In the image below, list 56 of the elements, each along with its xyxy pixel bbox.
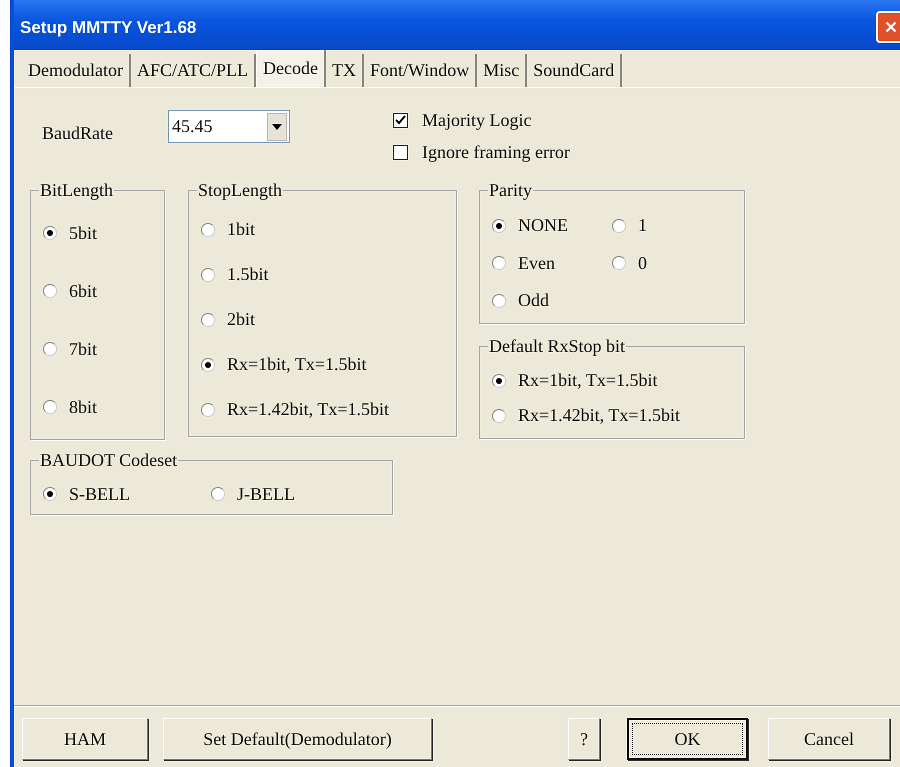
radio-button[interactable] [612, 218, 626, 233]
radio-label: 1.5bit [227, 263, 269, 286]
radio-label: 5bit [69, 222, 98, 244]
dialog-button[interactable]: OK [627, 718, 748, 760]
radio-button[interactable] [201, 358, 215, 372]
radio-button[interactable] [492, 218, 506, 233]
radio-button[interactable] [201, 222, 215, 236]
radio-label: 1bit [227, 218, 256, 241]
tab[interactable]: SoundCard [527, 54, 622, 87]
radio-button[interactable] [612, 256, 626, 270]
radio-button[interactable] [201, 402, 215, 416]
radio-label: 8bit [69, 396, 98, 418]
radio-label: 2bit [227, 308, 256, 331]
tab[interactable]: Misc [477, 54, 528, 87]
dialog-button[interactable]: Set Default(Demodulator) [163, 718, 432, 760]
checkbox[interactable] [393, 144, 408, 160]
radio-label: Odd [518, 289, 549, 312]
radio-label: S-BELL [69, 482, 130, 506]
radio-button[interactable] [43, 226, 57, 240]
close-button[interactable] [876, 11, 900, 43]
radio-label: Rx=1bit, Tx=1.5bit [227, 353, 366, 376]
tab[interactable]: Decode [256, 50, 326, 87]
window-title: Setup MMTTY Ver1.68 [20, 17, 196, 40]
radio-button[interactable] [492, 408, 506, 422]
radio-label: NONE [518, 214, 568, 238]
radio-button[interactable] [201, 268, 215, 282]
radio-label: Even [518, 252, 555, 275]
dialog-button[interactable]: HAM [22, 718, 148, 760]
radio-label: 6bit [69, 280, 98, 302]
radio-button[interactable] [43, 284, 57, 298]
field-label: BaudRate [42, 122, 114, 145]
baud-rate-dropdown[interactable]: 45.45 [168, 110, 290, 143]
radio-label: Rx=1.42bit, Tx=1.5bit [227, 398, 389, 421]
radio-label: 7bit [69, 338, 98, 360]
radio-button[interactable] [43, 400, 57, 414]
radio-label: 0 [638, 252, 647, 275]
radio-button[interactable] [201, 312, 215, 326]
tab[interactable]: Font/Window [364, 54, 478, 87]
dropdown-arrow-icon [272, 124, 282, 130]
checkbox-label: Majority Logic [422, 108, 532, 132]
dialog-button[interactable]: ? [568, 718, 600, 760]
tab[interactable]: Demodulator [22, 54, 131, 87]
radio-label: Rx=1bit, Tx=1.5bit [518, 369, 658, 392]
checkbox[interactable] [393, 112, 408, 128]
radio-button[interactable] [492, 256, 506, 270]
radio-button[interactable] [492, 294, 506, 308]
radio-label: J-BELL [237, 482, 295, 506]
radio-button[interactable] [43, 487, 57, 501]
checkbox-label: Ignore framing error [422, 140, 570, 164]
tab[interactable]: TX [326, 54, 364, 87]
radio-label: 1 [638, 214, 647, 238]
radio-button[interactable] [492, 374, 506, 388]
radio-label: Rx=1.42bit, Tx=1.5bit [518, 404, 680, 427]
dialog-button[interactable]: Cancel [768, 718, 890, 760]
radio-button[interactable] [211, 487, 225, 501]
radio-button[interactable] [43, 342, 57, 356]
